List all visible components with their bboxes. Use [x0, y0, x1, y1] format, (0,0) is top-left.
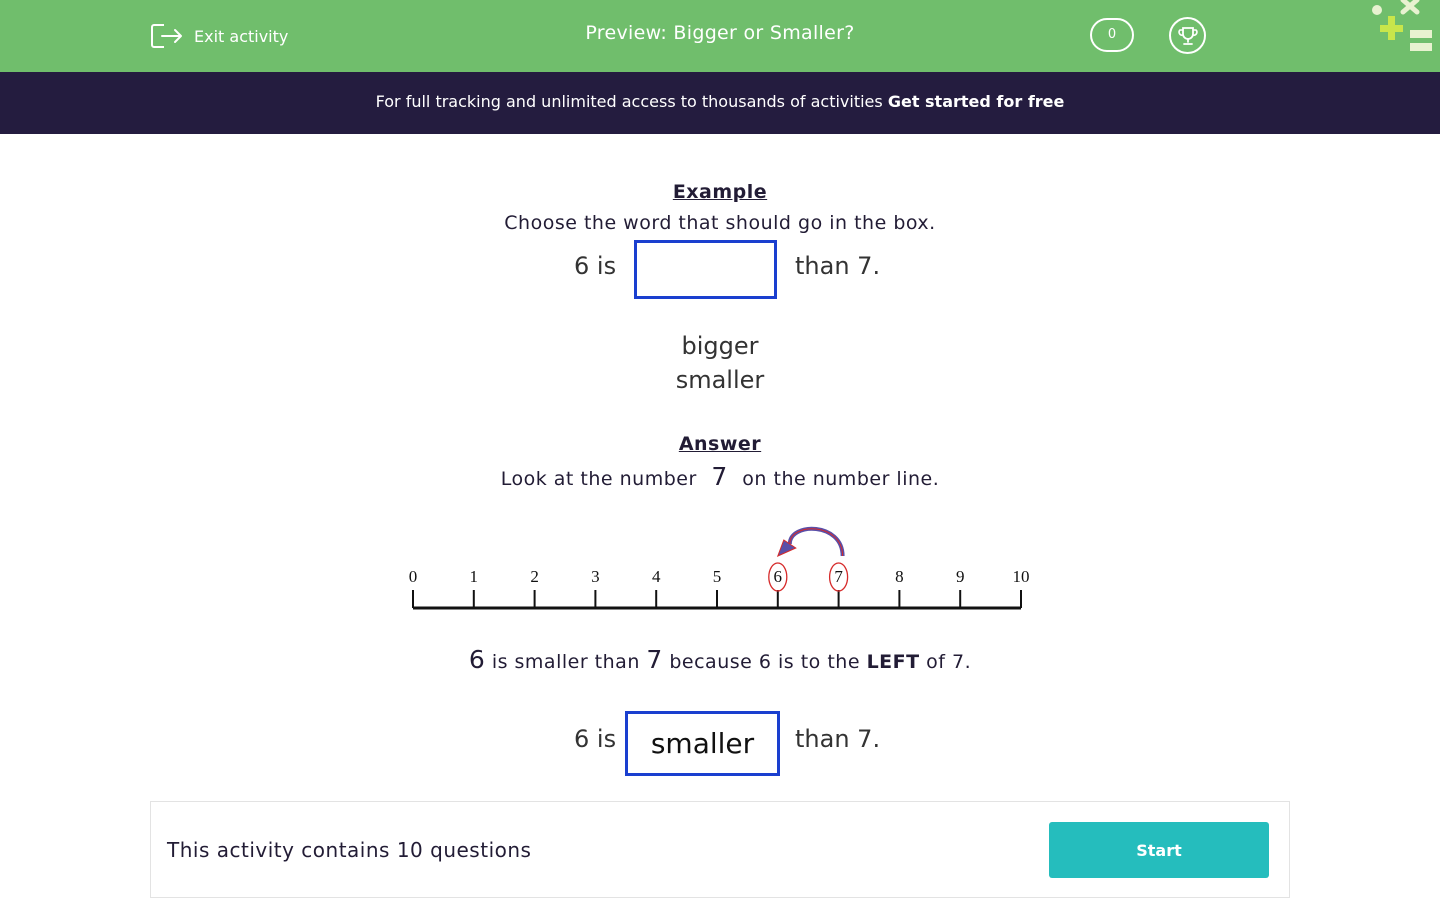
activity-footer: This activity contains 10 questions Star… [150, 801, 1290, 898]
tick-label-8: 8 [895, 567, 904, 586]
promo-banner: For full tracking and unlimited access t… [0, 72, 1440, 134]
option-smaller[interactable]: smaller [0, 366, 1440, 394]
tick-label-7: 7 [834, 567, 843, 586]
sentence-prefix: 6 is [574, 252, 617, 280]
tick-label-0: 0 [409, 567, 418, 586]
trophy-icon [1177, 26, 1198, 45]
answer-sentence: 6 is smaller than 7. [0, 711, 1440, 777]
answer-heading: Answer [678, 433, 762, 455]
explanation-number-6: 6 [468, 645, 486, 674]
question-count: This activity contains 10 questions [167, 838, 532, 862]
answer-sentence-prefix: 6 is [574, 725, 617, 753]
tick-label-6: 6 [774, 567, 783, 586]
answer-filled-box: smaller [625, 711, 780, 776]
top-bar: Exit activity Preview: Bigger or Smaller… [0, 0, 1440, 72]
brand-logo [1372, 0, 1432, 51]
explanation-mid: is smaller than [491, 651, 640, 673]
activity-title: Preview: Bigger or Smaller? [585, 22, 855, 44]
option-bigger[interactable]: bigger [0, 332, 1440, 360]
tick-label-1: 1 [470, 567, 479, 586]
tick-label-5: 5 [713, 567, 722, 586]
example-heading: Example [672, 181, 768, 203]
jump-arrow [787, 526, 845, 557]
sentence-suffix: than 7. [795, 252, 881, 280]
example-instruction: Choose the word that should go in the bo… [504, 212, 936, 234]
jump-arrow-head [776, 539, 797, 557]
tick-label-9: 9 [956, 567, 965, 586]
tick-label-4: 4 [652, 567, 661, 586]
tick-label-3: 3 [591, 567, 600, 586]
explanation-number-7: 7 [646, 645, 663, 674]
answer-line-1-prefix: Look at the number [500, 468, 697, 490]
trophy-button[interactable] [1169, 17, 1206, 54]
explanation-rest-1: because 6 is to the [669, 651, 861, 673]
answer-line-1-suffix: on the number line. [742, 468, 940, 490]
tick-label-2: 2 [530, 567, 539, 586]
answer-line-1-number: 7 [711, 462, 728, 491]
answer-sentence-suffix: than 7. [795, 725, 881, 753]
score-badge: 0 [1090, 18, 1134, 52]
start-button[interactable]: Start [1049, 822, 1269, 878]
example-sentence: 6 is than 7. [0, 240, 1440, 300]
tick-label-10: 10 [1013, 567, 1030, 586]
answer-explanation: 6 is smaller than 7 because 6 is to the … [0, 645, 1440, 674]
promo-text: For full tracking and unlimited access t… [375, 92, 883, 111]
explanation-rest-2: of 7. [926, 651, 972, 673]
answer-line-1: Look at the number 7 on the number line. [0, 462, 1440, 491]
explanation-left: LEFT [866, 651, 920, 673]
answer-drop-box[interactable] [634, 240, 777, 299]
number-line: 0 1 2 3 4 5 6 7 8 9 10 [409, 526, 1030, 610]
get-started-link[interactable]: Get started for free [888, 92, 1065, 111]
